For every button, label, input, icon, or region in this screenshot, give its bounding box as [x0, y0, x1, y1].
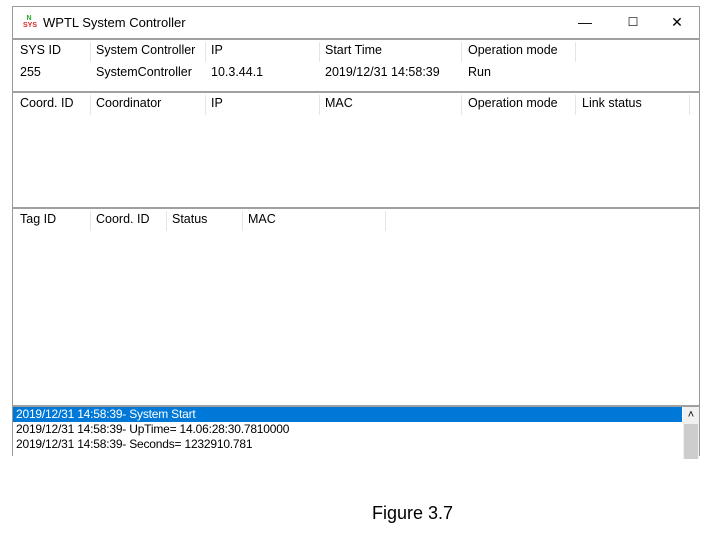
column-header[interactable]: Tag ID — [20, 212, 56, 226]
app-window: N SYS WPTL System Controller — ☐ ✕ SYS ID… — [12, 6, 700, 459]
column-header[interactable]: System Controller — [96, 43, 195, 57]
maximize-button[interactable]: ☐ — [611, 7, 655, 37]
coordinator-table: Coord. ID Coordinator IP MAC Operation m… — [13, 91, 699, 207]
minimize-button[interactable]: — — [563, 7, 607, 37]
column-separator[interactable] — [575, 42, 576, 62]
column-separator[interactable] — [461, 42, 462, 62]
column-separator[interactable] — [461, 95, 462, 115]
column-header[interactable]: Coordinator — [96, 96, 161, 110]
column-header[interactable]: Link status — [582, 96, 642, 110]
tag-table: Tag ID Coord. ID Status MAC — [13, 207, 699, 405]
column-separator[interactable] — [575, 95, 576, 115]
log-item[interactable]: 2019/12/31 14:58:39- Seconds= 1232910.78… — [13, 437, 699, 452]
column-separator[interactable] — [242, 211, 243, 231]
column-separator[interactable] — [166, 211, 167, 231]
operation-mode: Run — [468, 65, 491, 79]
window-title: WPTL System Controller — [43, 14, 186, 30]
column-separator[interactable] — [319, 95, 320, 115]
column-separator[interactable] — [90, 211, 91, 231]
app-icon: N SYS — [23, 15, 38, 29]
column-header[interactable]: Status — [172, 212, 207, 226]
column-header[interactable]: IP — [211, 43, 223, 57]
vertical-scrollbar[interactable]: ˄ — [683, 407, 699, 459]
log-list[interactable]: 2019/12/31 14:58:39- System Start 2019/1… — [13, 405, 699, 459]
figure-caption: Figure 3.7 — [372, 503, 454, 523]
column-header[interactable]: Coord. ID — [96, 212, 150, 226]
column-header[interactable]: Start Time — [325, 43, 382, 57]
column-separator[interactable] — [90, 95, 91, 115]
system-row[interactable]: 255 SystemController 10.3.44.1 2019/12/3… — [13, 62, 699, 84]
column-separator[interactable] — [205, 95, 206, 115]
column-separator[interactable] — [90, 42, 91, 62]
log-item[interactable]: 2019/12/31 14:58:39- UpTime= 14.06:28:30… — [13, 422, 699, 437]
column-separator[interactable] — [385, 211, 386, 231]
tag-header-row: Tag ID Coord. ID Status MAC — [13, 209, 699, 231]
log-item[interactable]: 2019/12/31 14:58:39- System Start — [13, 407, 682, 422]
column-header[interactable]: MAC — [248, 212, 276, 226]
column-header[interactable]: Operation mode — [468, 96, 558, 110]
sys-id: 255 — [20, 65, 41, 79]
system-controller: SystemController — [96, 65, 192, 79]
start-time: 2019/12/31 14:58:39 — [325, 65, 440, 79]
coordinator-header-row: Coord. ID Coordinator IP MAC Operation m… — [13, 93, 699, 115]
column-separator[interactable] — [205, 42, 206, 62]
column-separator[interactable] — [689, 95, 690, 115]
system-table: SYS ID System Controller IP Start Time O… — [13, 38, 699, 91]
scroll-up-icon[interactable]: ˄ — [683, 407, 699, 423]
column-header[interactable]: MAC — [325, 96, 353, 110]
scrollbar-thumb[interactable] — [684, 424, 698, 459]
system-header-row: SYS ID System Controller IP Start Time O… — [13, 40, 699, 62]
column-header[interactable]: Operation mode — [468, 43, 558, 57]
column-separator[interactable] — [319, 42, 320, 62]
ip: 10.3.44.1 — [211, 65, 264, 79]
column-header[interactable]: IP — [211, 96, 223, 110]
column-header[interactable]: Coord. ID — [20, 96, 74, 110]
close-button[interactable]: ✕ — [655, 7, 699, 37]
column-header[interactable]: SYS ID — [20, 43, 61, 57]
